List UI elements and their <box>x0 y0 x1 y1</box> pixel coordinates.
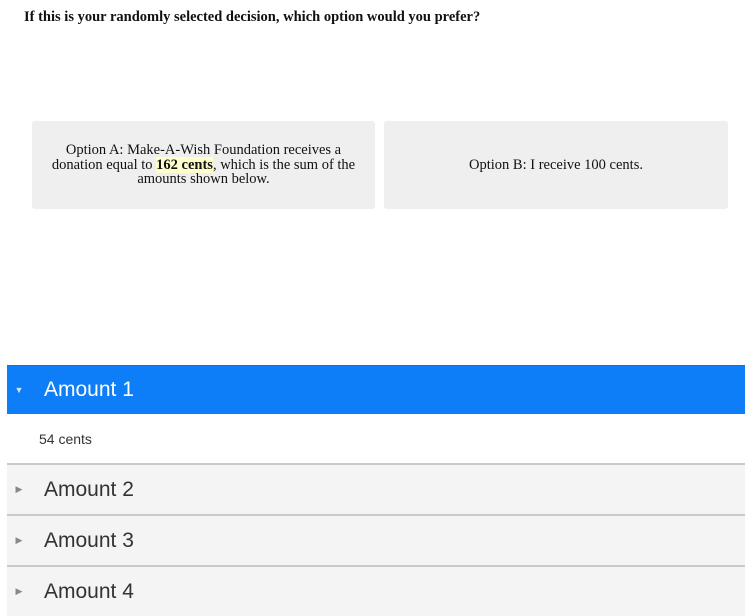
option-b-button[interactable]: Option B: I receive 100 cents. <box>384 121 728 209</box>
accordion-title: Amount 4 <box>44 579 134 603</box>
amounts-accordion: ▼ Amount 1 54 cents ▶ Amount 2 ▶ Amount … <box>7 365 745 616</box>
caret-down-icon: ▼ <box>14 385 24 395</box>
question-text: If this is your randomly selected decisi… <box>24 9 481 25</box>
caret-right-icon: ▶ <box>15 535 23 545</box>
accordion-title: Amount 1 <box>44 378 134 401</box>
option-b-label: Option B: I receive 100 cents. <box>469 156 643 173</box>
accordion-header-amount-4[interactable]: ▶ Amount 4 <box>7 565 745 616</box>
option-a-label: Option A: Make-A-Wish Foundation receive… <box>51 142 356 188</box>
accordion-header-amount-2[interactable]: ▶ Amount 2 <box>7 463 745 514</box>
caret-right-icon: ▶ <box>15 484 23 494</box>
accordion-header-amount-3[interactable]: ▶ Amount 3 <box>7 514 745 565</box>
accordion-content-amount-1: 54 cents <box>7 414 745 463</box>
accordion-title: Amount 2 <box>44 477 134 501</box>
accordion-header-amount-1[interactable]: ▼ Amount 1 <box>7 365 745 414</box>
accordion-title: Amount 3 <box>44 528 134 552</box>
caret-right-icon: ▶ <box>15 586 23 596</box>
option-a-button[interactable]: Option A: Make-A-Wish Foundation receive… <box>32 121 375 209</box>
